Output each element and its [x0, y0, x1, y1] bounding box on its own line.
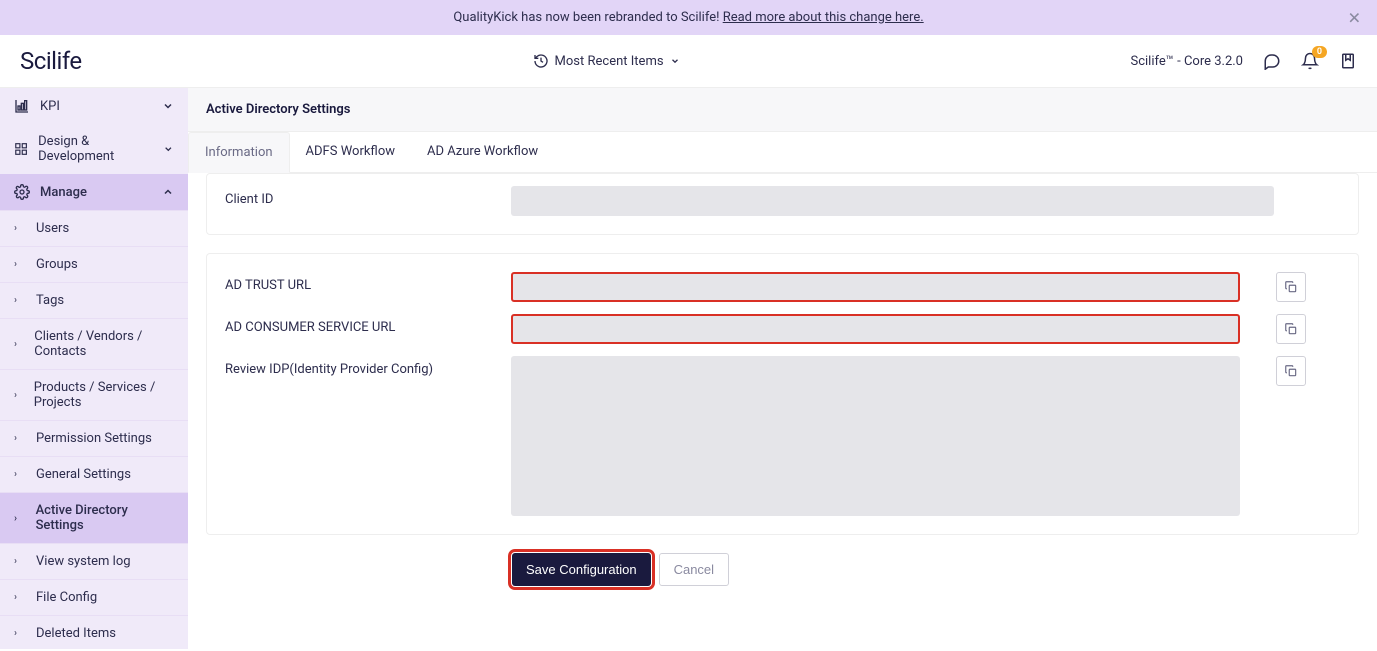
recent-items-label: Most Recent Items	[555, 54, 664, 69]
chevron-right-icon: ›	[14, 223, 26, 234]
rebrand-banner: QualityKick has now been rebranded to Sc…	[0, 0, 1377, 35]
sidebar-item-label: File Config	[36, 590, 97, 605]
sidebar-item-label: Clients / Vendors / Contacts	[34, 329, 174, 359]
version-label: Scilife™ - Core 3.2.0	[1131, 54, 1244, 69]
banner-text: QualityKick has now been rebranded to Sc…	[453, 10, 722, 25]
sidebar-item-label: Active Directory Settings	[36, 503, 174, 533]
bookmark-icon[interactable]	[1339, 52, 1357, 70]
sidebar-item-label: Groups	[36, 257, 78, 272]
chevron-right-icon: ›	[14, 390, 24, 401]
notifications-icon[interactable]: 0	[1301, 52, 1319, 70]
sidebar-sub-item[interactable]: › Tags	[0, 282, 188, 318]
sidebar-item-manage[interactable]: Manage	[0, 174, 188, 210]
tab[interactable]: ADFS Workflow	[290, 132, 411, 172]
chevron-right-icon: ›	[14, 513, 26, 524]
save-configuration-button[interactable]: Save Configuration	[512, 553, 651, 586]
cancel-button[interactable]: Cancel	[659, 553, 729, 586]
grid-icon	[14, 141, 28, 157]
sidebar-sub-item[interactable]: › File Config	[0, 579, 188, 615]
chevron-right-icon: ›	[14, 628, 26, 639]
notification-badge: 0	[1312, 46, 1327, 58]
review-idp-label: Review IDP(Identity Provider Config)	[225, 356, 495, 377]
sidebar-item-kpi[interactable]: KPI	[0, 88, 188, 124]
sidebar-item-label: Permission Settings	[36, 431, 152, 446]
ad-consumer-url-label: AD CONSUMER SERVICE URL	[225, 314, 495, 335]
banner-link[interactable]: Read more about this change here.	[723, 10, 924, 25]
tabs: InformationADFS WorkflowAD Azure Workflo…	[188, 132, 1377, 173]
sidebar-sub-item[interactable]: › General Settings	[0, 456, 188, 492]
copy-ad-trust-button[interactable]	[1276, 272, 1306, 302]
sidebar-item-label: KPI	[40, 99, 60, 114]
sidebar-item-label: Manage	[40, 185, 87, 200]
close-icon[interactable]: ✕	[1348, 8, 1361, 27]
review-idp-textarea[interactable]	[511, 356, 1240, 516]
sidebar-sub-item[interactable]: › View system log	[0, 543, 188, 579]
sidebar-sub-item[interactable]: › Deleted Items	[0, 615, 188, 649]
tab[interactable]: AD Azure Workflow	[411, 132, 554, 172]
chevron-right-icon: ›	[14, 592, 26, 603]
sidebar-sub-item[interactable]: › Permission Settings	[0, 420, 188, 456]
ad-trust-url-label: AD TRUST URL	[225, 272, 495, 293]
chevron-right-icon: ›	[14, 469, 26, 480]
copy-icon	[1284, 364, 1298, 378]
sidebar-item-label: Products / Services / Projects	[34, 380, 174, 410]
copy-icon	[1284, 322, 1298, 336]
ad-consumer-url-input[interactable]	[511, 314, 1240, 344]
sidebar-item-label: General Settings	[36, 467, 131, 482]
sidebar-item-label: Tags	[36, 293, 64, 308]
page-title: Active Directory Settings	[188, 88, 1377, 132]
sidebar-sub-item[interactable]: › Groups	[0, 246, 188, 282]
chevron-right-icon: ›	[14, 259, 26, 270]
sidebar-item-label: View system log	[36, 554, 131, 569]
sidebar-item-label: Deleted Items	[36, 626, 116, 641]
gear-icon	[14, 184, 30, 200]
copy-review-idp-button[interactable]	[1276, 356, 1306, 386]
sidebar-sub-item[interactable]: › Clients / Vendors / Contacts	[0, 318, 188, 369]
sidebar-item-label: Users	[36, 221, 69, 236]
chevron-down-icon	[162, 100, 174, 112]
chevron-up-icon	[162, 186, 174, 198]
history-icon	[533, 53, 549, 69]
sidebar: KPI Design & Development Manage › Users › G…	[0, 88, 188, 649]
sidebar-sub-item[interactable]: › Products / Services / Projects	[0, 369, 188, 420]
chevron-right-icon: ›	[14, 433, 26, 444]
sidebar-item-label: Design & Development	[38, 134, 153, 164]
sidebar-sub-item[interactable]: › Active Directory Settings	[0, 492, 188, 543]
sidebar-item-design-development[interactable]: Design & Development	[0, 124, 188, 174]
client-id-input[interactable]	[511, 186, 1274, 216]
chevron-right-icon: ›	[14, 556, 26, 567]
copy-ad-consumer-button[interactable]	[1276, 314, 1306, 344]
tab[interactable]: Information	[188, 132, 290, 173]
chevron-right-icon: ›	[14, 339, 24, 350]
sidebar-sub-item[interactable]: › Users	[0, 210, 188, 246]
chevron-right-icon: ›	[14, 295, 26, 306]
chart-icon	[14, 98, 30, 114]
copy-icon	[1284, 280, 1298, 294]
feedback-icon[interactable]	[1263, 52, 1281, 70]
logo[interactable]: Scilife	[20, 47, 82, 75]
chevron-down-icon	[670, 56, 680, 66]
chevron-down-icon	[163, 143, 174, 155]
top-bar: Scilife Most Recent Items Scilife™ - Cor…	[0, 35, 1377, 88]
recent-items-dropdown[interactable]: Most Recent Items	[533, 53, 680, 69]
client-id-label: Client ID	[225, 186, 495, 207]
ad-trust-url-input[interactable]	[511, 272, 1240, 302]
